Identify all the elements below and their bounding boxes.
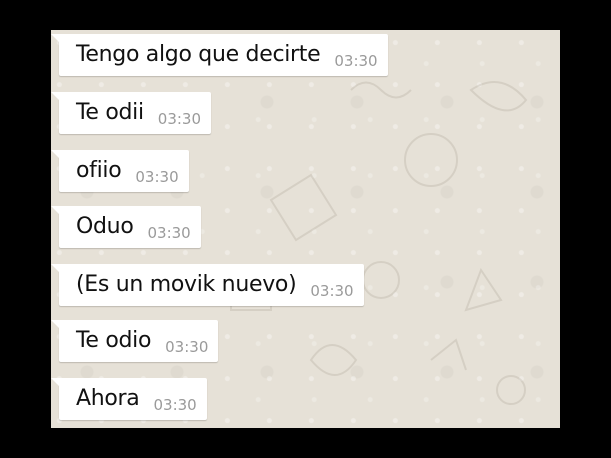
message-bubble[interactable]: ofiio 03:30 <box>51 150 189 192</box>
message-time: 03:30 <box>334 52 378 70</box>
chat-area[interactable]: Tengo algo que decirte 03:30 Te odii 03:… <box>51 30 560 428</box>
message-bubble[interactable]: (Es un movik nuevo) 03:30 <box>51 264 364 306</box>
message-bubble[interactable]: Tengo algo que decirte 03:30 <box>51 34 388 76</box>
message-time: 03:30 <box>310 282 354 300</box>
message-text: ofiio <box>76 158 122 183</box>
message-bubble[interactable]: Oduo 03:30 <box>51 206 201 248</box>
message-text: Tengo algo que decirte <box>76 42 321 67</box>
message-text: (Es un movik nuevo) <box>76 272 297 297</box>
message-text: Ahora <box>76 386 140 411</box>
message-text: Oduo <box>76 214 134 239</box>
message-text: Te odio <box>76 328 152 353</box>
message-time: 03:30 <box>157 110 202 128</box>
message-time: 03:30 <box>147 224 191 242</box>
message-time: 03:30 <box>153 396 197 414</box>
message-time: 03:30 <box>165 338 209 356</box>
message-bubble[interactable]: Ahora 03:30 <box>51 378 207 420</box>
screenshot-frame: Tengo algo que decirte 03:30 Te odii 03:… <box>0 0 611 458</box>
message-bubble[interactable]: Te odio 03:30 <box>51 320 219 362</box>
message-time: 03:30 <box>135 168 179 186</box>
message-text: Te odii <box>76 100 144 125</box>
message-bubble[interactable]: Te odii 03:30 <box>51 92 212 134</box>
